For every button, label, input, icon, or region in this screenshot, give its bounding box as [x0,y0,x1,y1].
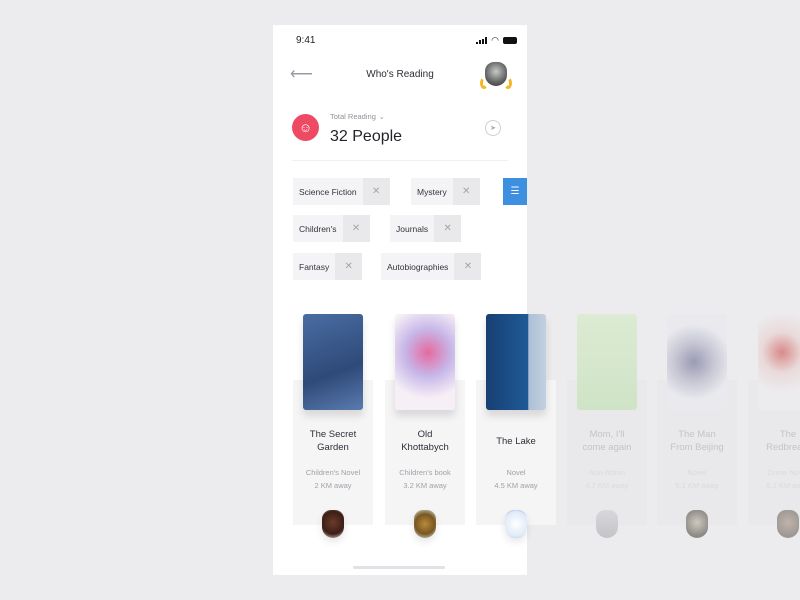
book-title-line: Garden [317,442,349,453]
book-cover[interactable] [758,314,800,410]
reader-avatar[interactable] [414,510,436,538]
laurel-icon [504,77,512,89]
book-genre: Novel [506,468,526,477]
chip-label: Fantasy [299,261,330,272]
close-icon[interactable]: ✕ [362,178,390,205]
total-reading-dropdown[interactable]: Total Reading ⌄ [330,112,385,121]
book-title-line: The Secret [309,429,357,440]
book-title-line: From Beijing [670,442,724,453]
book-genre: Non-fiction [589,468,625,477]
total-reading-label: Total Reading [330,112,376,121]
book-cover[interactable] [395,314,455,410]
book-title: The Redbreast [748,428,800,454]
signal-icon [476,36,488,44]
book-title-line: Old [417,429,433,440]
filter-chip[interactable]: Autobiographies ✕ [381,253,482,280]
chip-label: Children's [299,223,337,234]
chip-label: Mystery [417,186,447,197]
chip-label: Science Fiction [299,186,357,197]
book-distance: 2 KM away [314,481,352,490]
close-icon[interactable]: ✕ [342,215,370,242]
close-icon[interactable]: ✕ [335,253,363,280]
filter-chip[interactable]: Fantasy ✕ [293,253,363,280]
filter-chip[interactable]: Science Fiction ✕ [293,178,390,205]
book-cover[interactable] [577,314,637,410]
book-title-line: The Man [678,429,716,440]
total-reading-value: 32 People [330,128,403,145]
battery-icon [503,36,517,44]
reader-avatar[interactable] [596,510,618,538]
reader-icon: ☺ [292,114,319,141]
book-title-line: Mom, I'll [589,429,625,440]
book-distance: 5.2 KM away [766,481,800,490]
close-icon[interactable]: ✕ [454,253,482,280]
book-distance: 4.5 KM away [494,481,538,490]
book-title: The Man From Beijing [657,428,737,454]
filter-chip[interactable]: Journals ✕ [390,215,462,242]
filter-icon: ☰ [510,186,520,197]
send-button[interactable]: ➤ [485,120,501,136]
book-title: The Lake [476,435,556,448]
book-title: Mom, I'll come again [567,428,647,454]
book-title-line: Redbreast [766,442,800,453]
home-indicator [353,566,445,569]
status-icons: ◠ [476,35,517,45]
book-genre: Children's book [399,468,451,477]
close-icon[interactable]: ✕ [452,178,480,205]
status-time: 9:41 [296,35,316,46]
book-distance: 3.2 KM away [403,481,447,490]
send-icon: ➤ [490,125,496,132]
close-icon[interactable]: ✕ [434,215,462,242]
nav-bar: ⟵ Who's Reading [273,59,527,95]
chevron-down-icon: ⌄ [378,114,385,121]
laurel-icon [480,77,488,89]
filter-chip[interactable]: Children's ✕ [293,215,370,242]
book-title: Old Khottabych [385,428,465,454]
status-bar: 9:41 ◠ [273,25,527,57]
book-title-line: come again [582,442,632,453]
book-genre: Novel [687,468,707,477]
book-title-line: The Lake [496,436,536,447]
book-cover[interactable] [486,314,546,410]
reader-avatar[interactable] [686,510,708,538]
wifi-icon: ◠ [491,35,499,45]
book-cover[interactable] [667,314,727,410]
book-title-line: The [779,429,797,440]
reader-avatar[interactable] [777,510,799,538]
reader-avatar[interactable] [322,510,344,538]
reader-avatar[interactable] [505,510,527,538]
book-distance: 5.1 KM away [675,481,719,490]
filter-button[interactable]: ☰ [503,178,527,205]
book-title-line: Khottabych [401,442,449,453]
chip-label: Autobiographies [387,261,449,272]
filter-chip[interactable]: Mystery ✕ [411,178,480,205]
book-genre: Children's Novel [305,468,361,477]
book-cover[interactable] [303,314,363,410]
book-genre: Crime Novel [767,468,800,477]
book-distance: 4.7 KM away [585,481,629,490]
avatar[interactable] [480,62,512,89]
reading-summary: ☺ Total Reading ⌄ 32 People ➤ [292,109,508,161]
book-title: The Secret Garden [293,428,373,454]
chip-label: Journals [396,223,429,234]
